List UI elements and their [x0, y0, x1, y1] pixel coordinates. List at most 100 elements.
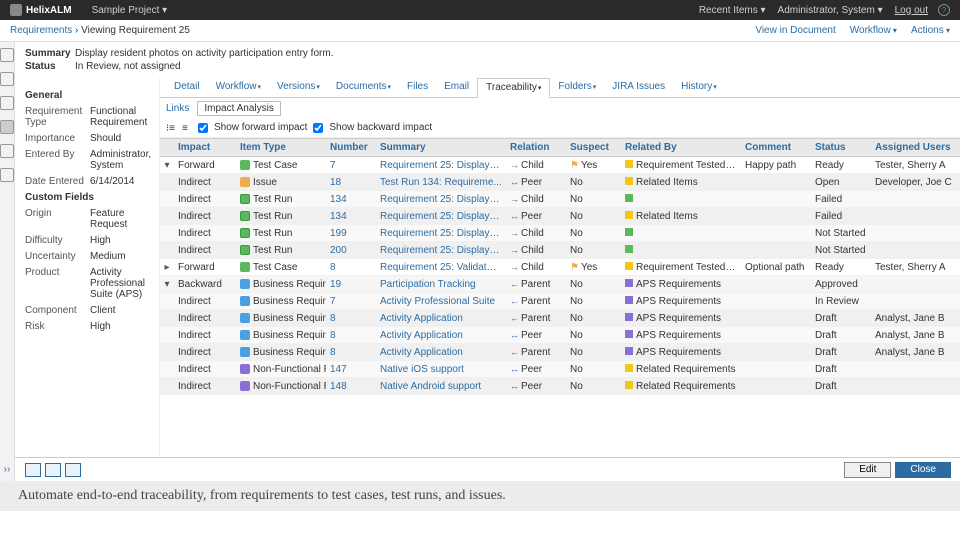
cell-summary[interactable]: Requirement 25: Display r... — [376, 157, 506, 174]
grid-row[interactable]: IndirectBusiness Require...7Activity Pro… — [160, 293, 960, 310]
grid-row[interactable]: IndirectTest Run199Requirement 25: Displ… — [160, 225, 960, 242]
recent-items-menu[interactable]: Recent Items ▾ — [699, 5, 766, 16]
cell-impact: Forward — [174, 157, 236, 174]
tab-versions[interactable]: Versions▾ — [269, 78, 328, 97]
cell-status: Open — [811, 174, 871, 191]
grid-row[interactable]: IndirectTest Run134Requirement 25: Displ… — [160, 208, 960, 225]
cell-related-by: Related Items — [621, 174, 741, 191]
tab-traceability[interactable]: Traceability▾ — [477, 78, 550, 98]
tab-files[interactable]: Files — [399, 78, 436, 97]
col-assigned[interactable]: Assigned Users — [871, 139, 960, 156]
cell-summary[interactable]: Native iOS support — [376, 361, 506, 378]
cell-number[interactable]: 8 — [326, 327, 376, 344]
col-comment[interactable]: Comment — [741, 139, 811, 156]
cell-assigned — [871, 281, 960, 287]
grid-row[interactable]: IndirectBusiness Require...8Activity App… — [160, 344, 960, 361]
breadcrumb-root[interactable]: Requirements — [10, 25, 72, 36]
list-view-icon[interactable]: ≡ — [182, 123, 192, 133]
col-impact[interactable]: Impact — [174, 139, 236, 156]
rail-icon-5[interactable] — [0, 144, 14, 158]
rail-icon-6[interactable] — [0, 168, 14, 182]
expand-toggle[interactable]: ▾ — [160, 276, 174, 293]
grid-row[interactable]: ▾ForwardTest Case7Requirement 25: Displa… — [160, 157, 960, 174]
grid-row[interactable]: IndirectNon-Functional R...148Native And… — [160, 378, 960, 395]
cell-number[interactable]: 8 — [326, 310, 376, 327]
col-suspect[interactable]: Suspect — [566, 139, 621, 156]
view-mode-1[interactable] — [25, 463, 41, 477]
grid-row[interactable]: IndirectIssue18Test Run 134: Requireme..… — [160, 174, 960, 191]
cell-number[interactable]: 199 — [326, 225, 376, 242]
cell-status: Failed — [811, 208, 871, 225]
tab-email[interactable]: Email — [436, 78, 477, 97]
cell-number[interactable]: 134 — [326, 191, 376, 208]
grid-row[interactable]: ▾BackwardBusiness Requirement19Participa… — [160, 276, 960, 293]
rail-icon-3[interactable] — [0, 96, 14, 110]
cell-summary[interactable]: Activity Professional Suite — [376, 293, 506, 310]
project-selector[interactable]: Sample Project ▾ — [92, 5, 168, 16]
show-forward-checkbox[interactable] — [198, 123, 208, 133]
grid-row[interactable]: IndirectTest Run200Requirement 25: Displ… — [160, 242, 960, 259]
cell-summary[interactable]: Participation Tracking — [376, 276, 506, 293]
tab-workflow[interactable]: Workflow▾ — [208, 78, 269, 97]
show-backward-checkbox[interactable] — [313, 123, 323, 133]
tab-history[interactable]: History▾ — [673, 78, 725, 97]
expand-toggle[interactable]: ▾ — [160, 157, 174, 174]
tab-jira-issues[interactable]: JIRA Issues — [604, 78, 673, 97]
grid-row[interactable]: IndirectBusiness Require...8Activity App… — [160, 310, 960, 327]
col-status[interactable]: Status — [811, 139, 871, 156]
cell-summary[interactable]: Activity Application — [376, 327, 506, 344]
view-mode-3[interactable] — [65, 463, 81, 477]
col-number[interactable]: Number — [326, 139, 376, 156]
col-relation[interactable]: Relation — [506, 139, 566, 156]
cell-number[interactable]: 7 — [326, 293, 376, 310]
tab-detail[interactable]: Detail — [166, 78, 208, 97]
cell-summary[interactable]: Native Android support — [376, 378, 506, 395]
col-item-type[interactable]: Item Type — [236, 139, 326, 156]
cell-number[interactable]: 200 — [326, 242, 376, 259]
help-icon[interactable]: ? — [938, 4, 950, 16]
links-subtab[interactable]: Links — [166, 103, 189, 114]
rail-icon-4[interactable] — [0, 120, 14, 134]
cell-number[interactable]: 147 — [326, 361, 376, 378]
cell-summary[interactable]: Requirement 25: Display r... — [376, 225, 506, 242]
cell-assigned: Analyst, Jane B — [871, 344, 960, 361]
edit-button[interactable]: Edit — [844, 462, 891, 478]
view-mode-2[interactable] — [45, 463, 61, 477]
cell-summary[interactable]: Requirement 25: Display r... — [376, 208, 506, 225]
grid-row[interactable]: IndirectTest Run134Requirement 25: Displ… — [160, 191, 960, 208]
cell-number[interactable]: 8 — [326, 259, 376, 276]
tree-view-icon[interactable]: ⁝≡ — [166, 123, 176, 133]
cell-summary[interactable]: Activity Application — [376, 344, 506, 361]
view-in-document-link[interactable]: View in Document — [755, 25, 835, 36]
col-related-by[interactable]: Related By — [621, 139, 741, 156]
expand-toggle[interactable]: ▸ — [160, 259, 174, 276]
rail-icon-2[interactable] — [0, 72, 14, 86]
close-button[interactable]: Close — [895, 462, 951, 478]
cell-summary[interactable]: Requirement 25: Display r... — [376, 191, 506, 208]
workflow-menu[interactable]: Workflow — [850, 25, 897, 36]
cell-number[interactable]: 7 — [326, 157, 376, 174]
cell-summary[interactable]: Activity Application — [376, 310, 506, 327]
grid-row[interactable]: IndirectBusiness Require...8Activity App… — [160, 327, 960, 344]
cell-number[interactable]: 18 — [326, 174, 376, 191]
impact-analysis-subtab[interactable]: Impact Analysis — [197, 101, 280, 116]
rail-icon-1[interactable] — [0, 48, 14, 62]
rail-expand-icon[interactable]: ›› — [4, 464, 11, 475]
cell-assigned — [871, 213, 960, 219]
cell-number[interactable]: 8 — [326, 344, 376, 361]
actions-menu[interactable]: Actions — [911, 25, 950, 36]
cell-number[interactable]: 19 — [326, 276, 376, 293]
cell-summary[interactable]: Requirement 25: Display r... — [376, 242, 506, 259]
tab-folders[interactable]: Folders▾ — [550, 78, 604, 97]
user-menu[interactable]: Administrator, System ▾ — [778, 5, 883, 16]
col-summary[interactable]: Summary — [376, 139, 506, 156]
cell-number[interactable]: 148 — [326, 378, 376, 395]
cell-summary[interactable]: Test Run 134: Requireme... — [376, 174, 506, 191]
logout-link[interactable]: Log out — [895, 5, 928, 16]
cell-number[interactable]: 134 — [326, 208, 376, 225]
grid-row[interactable]: IndirectNon-Functional R...147Native iOS… — [160, 361, 960, 378]
grid-row[interactable]: ▸ForwardTest Case8Requirement 25: Valida… — [160, 259, 960, 276]
tab-documents[interactable]: Documents▾ — [328, 78, 399, 97]
cell-suspect: No — [566, 174, 621, 191]
cell-summary[interactable]: Requirement 25: Validate ... — [376, 259, 506, 276]
